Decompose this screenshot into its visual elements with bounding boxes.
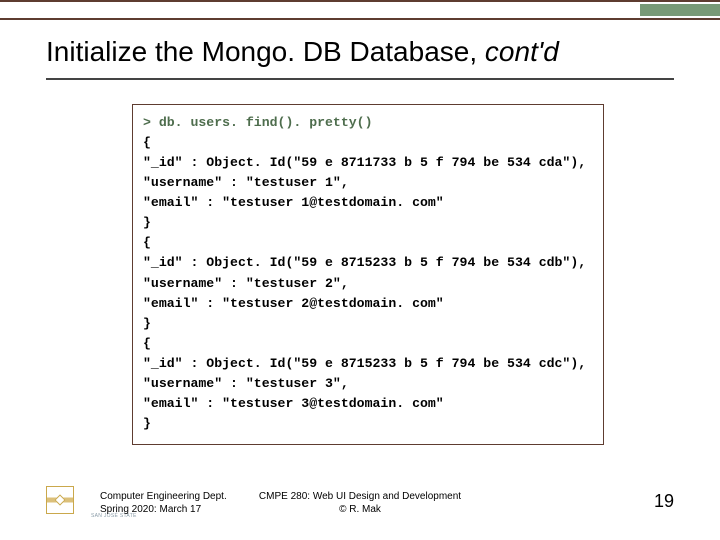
header-rule-top [0, 0, 720, 2]
footer-author: © R. Mak [259, 503, 461, 516]
page-number: 19 [654, 491, 674, 512]
footer-center: CMPE 280: Web UI Design and Development … [259, 490, 461, 516]
slide-title: Initialize the Mongo. DB Database, cont'… [46, 36, 674, 68]
footer-dept: Computer Engineering Dept. [100, 490, 227, 503]
slide-title-main: Initialize the Mongo. DB Database, [46, 36, 485, 67]
header-rule-bottom [0, 18, 720, 20]
code-body: { "_id" : Object. Id("59 e 8711733 b 5 f… [143, 135, 586, 431]
title-underline [46, 78, 674, 80]
university-logo: SAN JOSÉ STATE [46, 486, 74, 514]
header-stripe [0, 0, 720, 26]
header-accent [640, 4, 720, 16]
slide: Initialize the Mongo. DB Database, cont'… [0, 0, 720, 540]
footer-left: Computer Engineering Dept. Spring 2020: … [100, 490, 227, 516]
code-box: > db. users. find(). pretty() { "_id" : … [132, 104, 604, 445]
footer-date: Spring 2020: March 17 [100, 503, 227, 516]
slide-title-suffix: cont'd [485, 36, 559, 67]
code-prompt: > db. users. find(). pretty() [143, 115, 373, 130]
footer: SAN JOSÉ STATE Computer Engineering Dept… [0, 478, 720, 518]
footer-course: CMPE 280: Web UI Design and Development [259, 490, 461, 503]
